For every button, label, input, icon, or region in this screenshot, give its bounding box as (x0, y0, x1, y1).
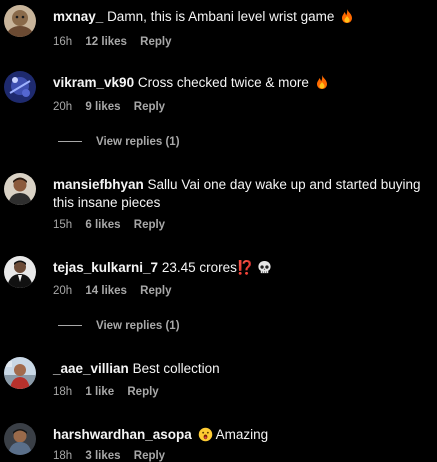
reply-button[interactable]: Reply (140, 285, 171, 297)
timestamp: 20h (53, 101, 73, 113)
view-replies-label: View replies (1) (96, 136, 180, 148)
likes-count[interactable]: 3 likes (85, 450, 120, 462)
avatar-image-icon (4, 5, 36, 37)
username[interactable]: mxnay_ (53, 9, 103, 24)
avatar[interactable] (4, 423, 36, 455)
reply-button[interactable]: Reply (134, 219, 165, 231)
timestamp: 18h (53, 450, 73, 462)
likes-count[interactable]: 12 likes (85, 36, 127, 48)
likes-count[interactable]: 1 like (85, 386, 114, 398)
avatar-image-icon (4, 423, 36, 455)
comment-meta: 20h 9 likes Reply (53, 101, 175, 113)
view-replies-button[interactable]: View replies (1) (58, 320, 180, 332)
comment-text: harshwardhan_asopa Amazing (53, 426, 429, 444)
replies-divider-line (58, 141, 82, 143)
avatar-image-icon (4, 256, 36, 288)
comment-body: Cross checked twice & more (137, 75, 309, 90)
avatar[interactable] (4, 173, 36, 205)
username[interactable]: harshwardhan_asopa (53, 427, 192, 442)
avatar[interactable] (4, 357, 36, 389)
comment-text: tejas_kulkarni_7 23.45 crores⁉️ (53, 259, 429, 277)
fire-icon (316, 75, 327, 89)
reply-button[interactable]: Reply (134, 101, 165, 113)
comment-meta: 20h 14 likes Reply (53, 285, 182, 297)
comment-text: _aae_villian Best collection (53, 360, 429, 378)
username[interactable]: tejas_kulkarni_7 (53, 260, 158, 275)
avatar[interactable] (4, 5, 36, 37)
likes-count[interactable]: 9 likes (85, 101, 120, 113)
comment-body: Damn, this is Ambani level wrist game (107, 9, 335, 24)
avatar-image-icon (4, 357, 36, 389)
timestamp: 15h (53, 219, 73, 231)
reply-button[interactable]: Reply (127, 386, 158, 398)
skull-icon (258, 260, 272, 274)
username[interactable]: vikram_vk90 (53, 75, 134, 90)
view-replies-button[interactable]: View replies (1) (58, 136, 180, 148)
reply-button[interactable]: Reply (140, 36, 171, 48)
reply-button[interactable]: Reply (134, 450, 165, 462)
replies-divider-line (58, 325, 82, 327)
comment-meta: 15h 6 likes Reply (53, 219, 175, 231)
timestamp: 18h (53, 386, 73, 398)
comment-text: vikram_vk90 Cross checked twice & more (53, 74, 429, 92)
comment-body: 23.45 crores⁉️ (161, 260, 254, 275)
username[interactable]: mansiefbhyan (53, 177, 144, 192)
likes-count[interactable]: 14 likes (85, 285, 127, 297)
comment-body: Amazing (215, 427, 269, 442)
timestamp: 16h (53, 36, 73, 48)
username[interactable]: _aae_villian (53, 361, 129, 376)
comment-text: mansiefbhyan Sallu Vai one day wake up a… (53, 176, 429, 212)
comment-meta: 18h 1 like Reply (53, 386, 169, 398)
surprised-face-icon (198, 427, 212, 442)
avatar[interactable] (4, 71, 36, 103)
fire-icon (342, 9, 353, 23)
comment-meta: 18h 3 likes Reply (53, 450, 175, 462)
view-replies-label: View replies (1) (96, 320, 180, 332)
comment-text: mxnay_ Damn, this is Ambani level wrist … (53, 8, 429, 26)
likes-count[interactable]: 6 likes (85, 219, 120, 231)
comment-body: Best collection (132, 361, 220, 376)
avatar[interactable] (4, 256, 36, 288)
comment-meta: 16h 12 likes Reply (53, 36, 182, 48)
avatar-image-icon (4, 173, 36, 205)
timestamp: 20h (53, 285, 73, 297)
avatar-image-icon (4, 71, 36, 103)
